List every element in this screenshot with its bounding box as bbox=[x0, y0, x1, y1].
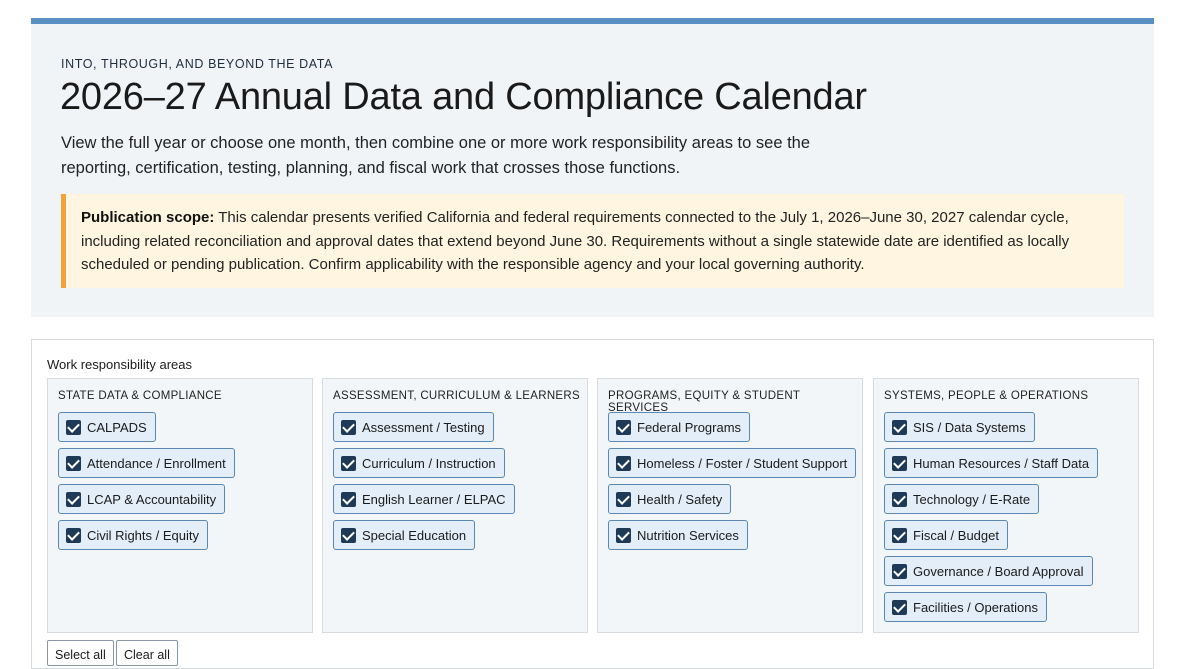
checkbox-checked-icon[interactable] bbox=[616, 419, 631, 435]
filter-label: CALPADS bbox=[87, 419, 147, 435]
scope-label: Publication scope: bbox=[81, 209, 215, 226]
filter-label: Fiscal / Budget bbox=[913, 527, 999, 543]
filter-technology-e-rate[interactable]: Technology / E-Rate bbox=[884, 484, 1040, 514]
scope-text: This calendar presents verified Californ… bbox=[81, 209, 1070, 273]
page-title: 2026–27 Annual Data and Compliance Calen… bbox=[60, 76, 867, 118]
group-systems-people-operations: SYSTEMS, PEOPLE & OPERATIONS SIS / Data … bbox=[873, 378, 1139, 633]
group-title: SYSTEMS, PEOPLE & OPERATIONS bbox=[884, 390, 1089, 402]
filter-human-resources-staff-data[interactable]: Human Resources / Staff Data bbox=[884, 448, 1099, 478]
filter-label: Assessment / Testing bbox=[362, 419, 485, 435]
filter-federal-programs[interactable]: Federal Programs bbox=[608, 412, 751, 442]
filter-label: Health / Safety bbox=[637, 491, 723, 507]
checkbox-checked-icon[interactable] bbox=[66, 455, 81, 471]
filter-label: LCAP & Accountability bbox=[87, 491, 217, 507]
page-header: INTO, THROUGH, AND BEYOND THE DATA 2026–… bbox=[31, 18, 1154, 317]
filter-homeless-foster-student-support[interactable]: Homeless / Foster / Student Support bbox=[608, 448, 857, 478]
filter-lcap-accountability[interactable]: LCAP & Accountability bbox=[58, 484, 226, 514]
filter-label: SIS / Data Systems bbox=[913, 419, 1026, 435]
work-areas-filter-panel: Work responsibility areas STATE DATA & C… bbox=[31, 339, 1154, 669]
checkbox-checked-icon[interactable] bbox=[892, 527, 907, 543]
filter-label: Technology / E-Rate bbox=[913, 491, 1031, 507]
checkbox-checked-icon[interactable] bbox=[892, 599, 907, 615]
select-all-button[interactable]: Select all bbox=[47, 640, 114, 666]
filter-nutrition-services[interactable]: Nutrition Services bbox=[608, 520, 748, 550]
filter-assessment-testing[interactable]: Assessment / Testing bbox=[333, 412, 494, 442]
publication-scope-notice: Publication scope: This calendar present… bbox=[61, 194, 1124, 288]
filter-label: Attendance / Enrollment bbox=[87, 455, 226, 471]
eyebrow: INTO, THROUGH, AND BEYOND THE DATA bbox=[61, 57, 334, 71]
checkbox-checked-icon[interactable] bbox=[66, 419, 81, 435]
filter-label: English Learner / ELPAC bbox=[362, 491, 506, 507]
group-assessment-curriculum-learners: ASSESSMENT, CURRICULUM & LEARNERS Assess… bbox=[322, 378, 588, 633]
checkbox-checked-icon[interactable] bbox=[892, 455, 907, 471]
filter-calpads[interactable]: CALPADS bbox=[58, 412, 156, 442]
filter-facilities-operations[interactable]: Facilities / Operations bbox=[884, 592, 1047, 622]
filter-civil-rights-equity[interactable]: Civil Rights / Equity bbox=[58, 520, 208, 550]
clear-all-button[interactable]: Clear all bbox=[116, 640, 178, 666]
checkbox-checked-icon[interactable] bbox=[892, 491, 907, 507]
filter-label: Governance / Board Approval bbox=[913, 563, 1084, 579]
checkbox-checked-icon[interactable] bbox=[616, 527, 631, 543]
filter-attendance-enrollment[interactable]: Attendance / Enrollment bbox=[58, 448, 235, 478]
filter-curriculum-instruction[interactable]: Curriculum / Instruction bbox=[333, 448, 505, 478]
filter-label: Special Education bbox=[362, 527, 467, 543]
group-programs-equity-student-services: PROGRAMS, EQUITY & STUDENT SERVICES Fede… bbox=[597, 378, 863, 633]
filter-label: Facilities / Operations bbox=[913, 599, 1038, 615]
checkbox-checked-icon[interactable] bbox=[66, 527, 81, 543]
intro-text: View the full year or choose one month, … bbox=[61, 134, 811, 177]
group-state-data-compliance: STATE DATA & COMPLIANCE CALPADS Attendan… bbox=[47, 378, 313, 633]
filter-label: Civil Rights / Equity bbox=[87, 527, 199, 543]
filter-label: Nutrition Services bbox=[637, 527, 739, 543]
filter-label: Human Resources / Staff Data bbox=[913, 455, 1090, 471]
checkbox-checked-icon[interactable] bbox=[341, 491, 356, 507]
group-title: PROGRAMS, EQUITY & STUDENT SERVICES bbox=[608, 390, 801, 414]
checkbox-checked-icon[interactable] bbox=[341, 527, 356, 543]
checkbox-checked-icon[interactable] bbox=[892, 563, 907, 579]
filter-fiscal-budget[interactable]: Fiscal / Budget bbox=[884, 520, 1008, 550]
filter-english-learner-elpac[interactable]: English Learner / ELPAC bbox=[333, 484, 515, 514]
filter-sis-data-systems[interactable]: SIS / Data Systems bbox=[884, 412, 1035, 442]
group-title: ASSESSMENT, CURRICULUM & LEARNERS bbox=[333, 390, 580, 402]
filter-governance-board-approval[interactable]: Governance / Board Approval bbox=[884, 556, 1093, 586]
checkbox-checked-icon[interactable] bbox=[892, 419, 907, 435]
filter-health-safety[interactable]: Health / Safety bbox=[608, 484, 732, 514]
filter-special-education[interactable]: Special Education bbox=[333, 520, 476, 550]
group-title: STATE DATA & COMPLIANCE bbox=[58, 390, 222, 402]
filter-panel-label: Work responsibility areas bbox=[47, 357, 192, 372]
filter-label: Curriculum / Instruction bbox=[362, 455, 496, 471]
checkbox-checked-icon[interactable] bbox=[66, 491, 81, 507]
checkbox-checked-icon[interactable] bbox=[341, 455, 356, 471]
filter-label: Federal Programs bbox=[637, 419, 742, 435]
filter-label: Homeless / Foster / Student Support bbox=[637, 455, 848, 471]
checkbox-checked-icon[interactable] bbox=[341, 419, 356, 435]
checkbox-checked-icon[interactable] bbox=[616, 491, 631, 507]
checkbox-checked-icon[interactable] bbox=[616, 455, 631, 471]
